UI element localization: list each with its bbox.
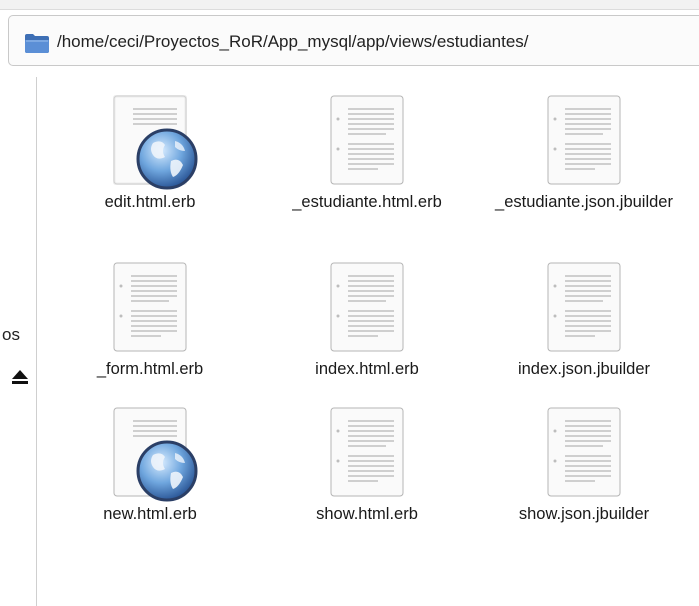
file-item[interactable]: index.json.jbuilder — [489, 262, 679, 379]
file-manager-window: /home/ceci/Proyectos_RoR/App_mysql/app/v… — [0, 0, 699, 606]
file-item[interactable]: new.html.erb — [55, 407, 245, 524]
file-item[interactable]: show.html.erb — [272, 407, 462, 524]
file-item[interactable]: index.html.erb — [272, 262, 462, 379]
globe-icon — [135, 439, 199, 503]
text-document-icon — [547, 95, 621, 185]
file-name: new.html.erb — [103, 505, 197, 523]
file-name: _estudiante.json.jbuilder — [495, 193, 673, 211]
file-item[interactable]: _form.html.erb — [55, 262, 245, 379]
text-document-icon — [330, 95, 404, 185]
file-name: _form.html.erb — [96, 360, 204, 378]
file-name: edit.html.erb — [104, 193, 196, 211]
globe-icon — [135, 127, 199, 191]
file-item[interactable]: show.json.jbuilder — [489, 407, 679, 524]
file-item[interactable]: edit.html.erb — [55, 95, 245, 212]
web-document-icon — [113, 95, 198, 190]
text-document-icon — [113, 262, 187, 352]
text-document-icon — [330, 407, 404, 497]
file-name: index.json.jbuilder — [517, 360, 651, 378]
file-name: _estudiante.html.erb — [292, 193, 442, 211]
text-document-icon — [547, 407, 621, 497]
file-item[interactable]: _estudiante.html.erb — [272, 95, 462, 212]
file-name: index.html.erb — [315, 360, 419, 378]
file-name: show.json.jbuilder — [518, 505, 650, 523]
file-name: show.html.erb — [316, 505, 418, 523]
file-item[interactable]: _estudiante.json.jbuilder — [489, 95, 679, 212]
web-document-icon — [113, 407, 198, 502]
text-document-icon — [330, 262, 404, 352]
text-document-icon — [547, 262, 621, 352]
file-grid: edit.html.erb _estudiante.html.erb _estu… — [0, 0, 699, 606]
